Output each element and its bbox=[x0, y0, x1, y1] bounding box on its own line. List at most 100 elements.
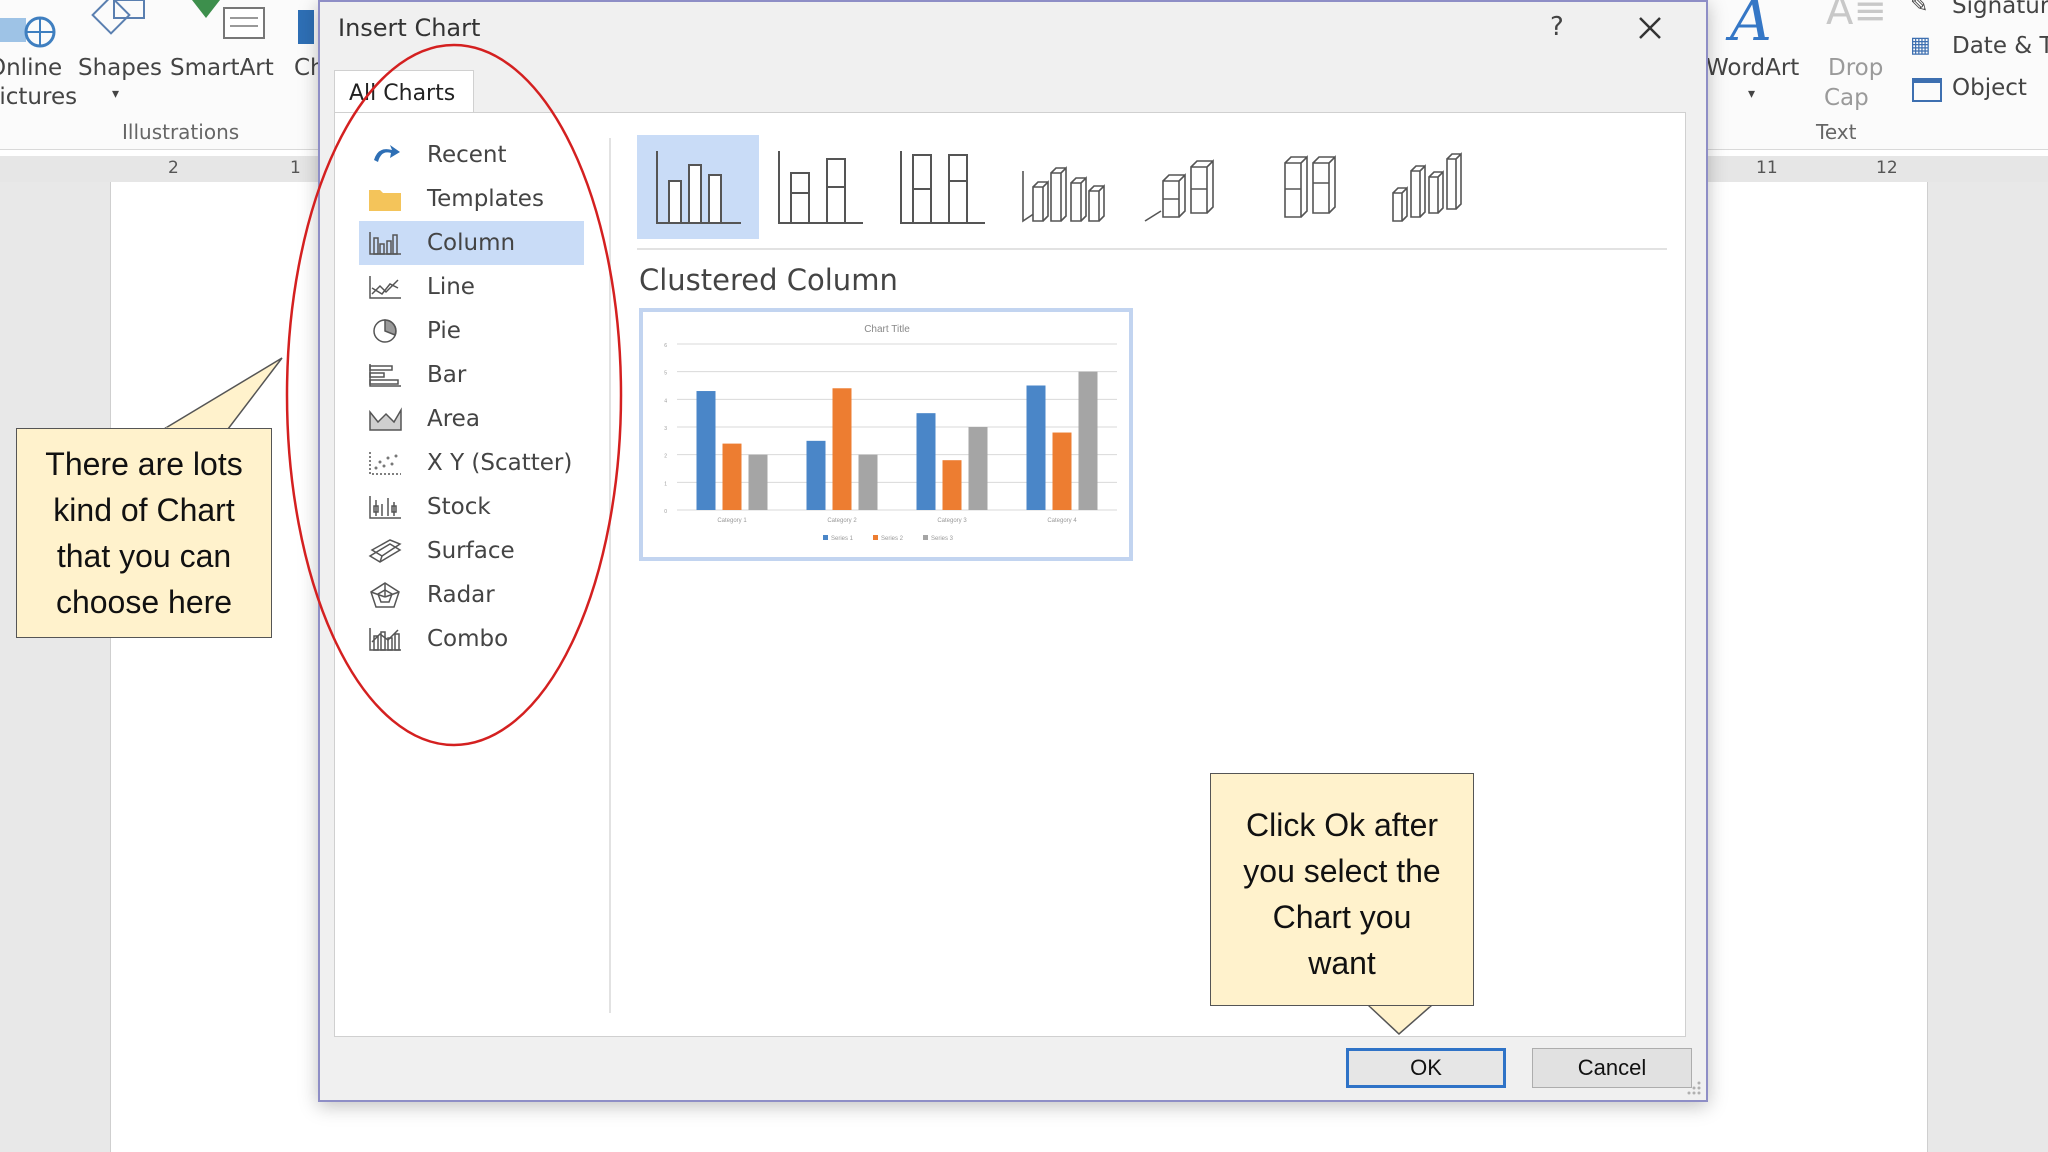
preview-category-label: Category 4 bbox=[1047, 518, 1077, 524]
object-icon bbox=[1912, 78, 1942, 102]
preview-category-label: Category 2 bbox=[827, 518, 857, 524]
chart-type-line[interactable]: Line bbox=[359, 265, 584, 309]
shapes-icon bbox=[91, 0, 145, 35]
preview-legend-label: Series 3 bbox=[931, 536, 954, 542]
chart-type-label: Templates bbox=[427, 186, 544, 212]
drop-cap-button[interactable]: A≡ Drop Cap bbox=[1822, 0, 1898, 111]
preview-bar bbox=[722, 443, 742, 510]
chart-type-label: Pie bbox=[427, 318, 461, 344]
calendar-icon: ▦ bbox=[1910, 33, 1931, 58]
preview-legend-label: Series 2 bbox=[881, 536, 904, 542]
resize-grip-icon[interactable] bbox=[1686, 1080, 1702, 1096]
chart-type-scatter[interactable]: X Y (Scatter) bbox=[359, 441, 584, 485]
chart-preview[interactable]: 0 1 2 3 4 5 6 Chart Title Category 1 Category 2 Ca… bbox=[639, 308, 1133, 561]
preview-chart: 0 1 2 3 4 5 6 Chart Title Category 1 Category 2 Ca… bbox=[664, 324, 1117, 542]
callout-click-ok: Click Ok after you select the Chart you … bbox=[1210, 773, 1474, 1006]
preview-bar bbox=[916, 413, 936, 510]
wordart-button[interactable]: A WordArt ▾ bbox=[1706, 0, 1802, 110]
callout-text: choose here bbox=[55, 584, 233, 620]
preview-category-label: Category 3 bbox=[937, 518, 967, 524]
chart-type-combo[interactable]: Combo bbox=[359, 617, 584, 661]
chart-type-bar[interactable]: Bar bbox=[359, 353, 584, 397]
percent-stacked-column-icon bbox=[900, 151, 985, 224]
subtype-3d-100-stacked-column[interactable] bbox=[1247, 135, 1369, 239]
wordart-label: WordArt bbox=[1706, 55, 1800, 81]
online-pictures-label-1: Online bbox=[0, 55, 63, 81]
3d-clustered-column-icon bbox=[1022, 166, 1105, 223]
chart-type-label: Column bbox=[427, 230, 516, 256]
close-icon[interactable] bbox=[1632, 10, 1668, 46]
smartart-button[interactable]: SmartArt bbox=[170, 0, 280, 110]
preview-tick-label: 3 bbox=[664, 426, 667, 432]
insert-chart-dialog: Insert Chart ? All Charts Recent Templat… bbox=[318, 0, 1708, 1102]
subtype-3d-column[interactable] bbox=[1369, 135, 1491, 239]
clustered-column-icon bbox=[656, 151, 741, 224]
preview-chart-title: Chart Title bbox=[864, 324, 910, 335]
chart-type-area[interactable]: Area bbox=[359, 397, 584, 441]
chart-type-templates[interactable]: Templates bbox=[359, 177, 584, 221]
shapes-button[interactable]: Shapes ▾ bbox=[78, 0, 164, 110]
chart-type-label: X Y (Scatter) bbox=[427, 450, 573, 476]
chart-type-label: Recent bbox=[427, 142, 507, 168]
drop-cap-label-1: Drop bbox=[1828, 55, 1884, 81]
chart-type-label: Surface bbox=[427, 538, 515, 564]
callout-text: There are lots bbox=[45, 446, 243, 482]
chart-type-recent[interactable]: Recent bbox=[359, 133, 584, 177]
subtype-clustered-column[interactable] bbox=[637, 135, 759, 239]
date-time-label: Date & T bbox=[1952, 33, 2048, 59]
stock-chart-icon bbox=[367, 492, 403, 522]
cancel-button[interactable]: Cancel bbox=[1532, 1048, 1692, 1088]
help-button[interactable]: ? bbox=[1550, 12, 1564, 42]
ok-button[interactable]: OK bbox=[1346, 1048, 1506, 1088]
preview-legend-swatch bbox=[823, 535, 828, 540]
ruler-number: 2 bbox=[168, 158, 179, 178]
preview-tick-label: 2 bbox=[664, 454, 667, 460]
callout-text: you select the bbox=[1243, 853, 1441, 889]
object-button[interactable]: Object bbox=[1910, 74, 2048, 108]
area-chart-icon bbox=[367, 404, 403, 434]
chart-type-pie[interactable]: Pie bbox=[359, 309, 584, 353]
chart-type-column[interactable]: Column bbox=[359, 221, 584, 265]
drop-cap-label-2: Cap bbox=[1824, 85, 1869, 111]
preview-bar bbox=[1026, 385, 1046, 510]
subtype-stacked-column[interactable] bbox=[759, 135, 881, 239]
date-time-button[interactable]: ▦ Date & T bbox=[1910, 32, 2048, 66]
preview-bar bbox=[858, 454, 878, 510]
chart-ribbon-icon bbox=[298, 10, 314, 44]
chart-ribbon-button[interactable]: Ch bbox=[294, 0, 318, 110]
chart-type-label: Line bbox=[427, 274, 475, 300]
ruler-number: 1 bbox=[290, 158, 301, 178]
illustrations-group-label: Illustrations bbox=[122, 120, 240, 144]
radar-chart-icon bbox=[367, 580, 403, 610]
signature-icon: ✎ bbox=[1910, 0, 1929, 18]
object-label: Object bbox=[1952, 75, 2027, 101]
3d-percent-stacked-column-icon bbox=[1284, 155, 1336, 218]
chart-type-radar[interactable]: Radar bbox=[359, 573, 584, 617]
templates-folder-icon bbox=[367, 184, 403, 214]
chart-type-label: Bar bbox=[427, 362, 467, 388]
smartart-icon bbox=[192, 0, 265, 39]
preview-bar bbox=[968, 427, 988, 510]
preview-category-label: Category 1 bbox=[717, 518, 747, 524]
subtype-3d-stacked-column[interactable] bbox=[1125, 135, 1247, 239]
recent-icon bbox=[367, 140, 403, 170]
online-pictures-button[interactable]: Online Pictures bbox=[0, 0, 77, 110]
preview-bar bbox=[748, 454, 768, 510]
preview-bar bbox=[696, 391, 716, 510]
tab-all-charts[interactable]: All Charts bbox=[334, 70, 474, 114]
chart-type-surface[interactable]: Surface bbox=[359, 529, 584, 573]
chart-type-label: Stock bbox=[427, 494, 491, 520]
combo-chart-icon bbox=[367, 624, 403, 654]
signature-line-button[interactable]: ✎ Signatur bbox=[1910, 0, 2048, 26]
subtype-3d-clustered-column[interactable] bbox=[1003, 135, 1125, 239]
shapes-label: Shapes bbox=[78, 55, 163, 81]
ruler-number: 11 bbox=[1756, 158, 1778, 178]
subtype-separator bbox=[637, 248, 1667, 250]
dialog-content: Recent Templates Column Line Pie Bar Are… bbox=[334, 112, 1686, 1037]
preview-legend-swatch bbox=[873, 535, 878, 540]
smartart-label: SmartArt bbox=[170, 55, 274, 81]
subtype-100-stacked-column[interactable] bbox=[881, 135, 1003, 239]
scatter-chart-icon bbox=[367, 448, 403, 478]
preview-bar bbox=[942, 460, 962, 510]
chart-type-stock[interactable]: Stock bbox=[359, 485, 584, 529]
